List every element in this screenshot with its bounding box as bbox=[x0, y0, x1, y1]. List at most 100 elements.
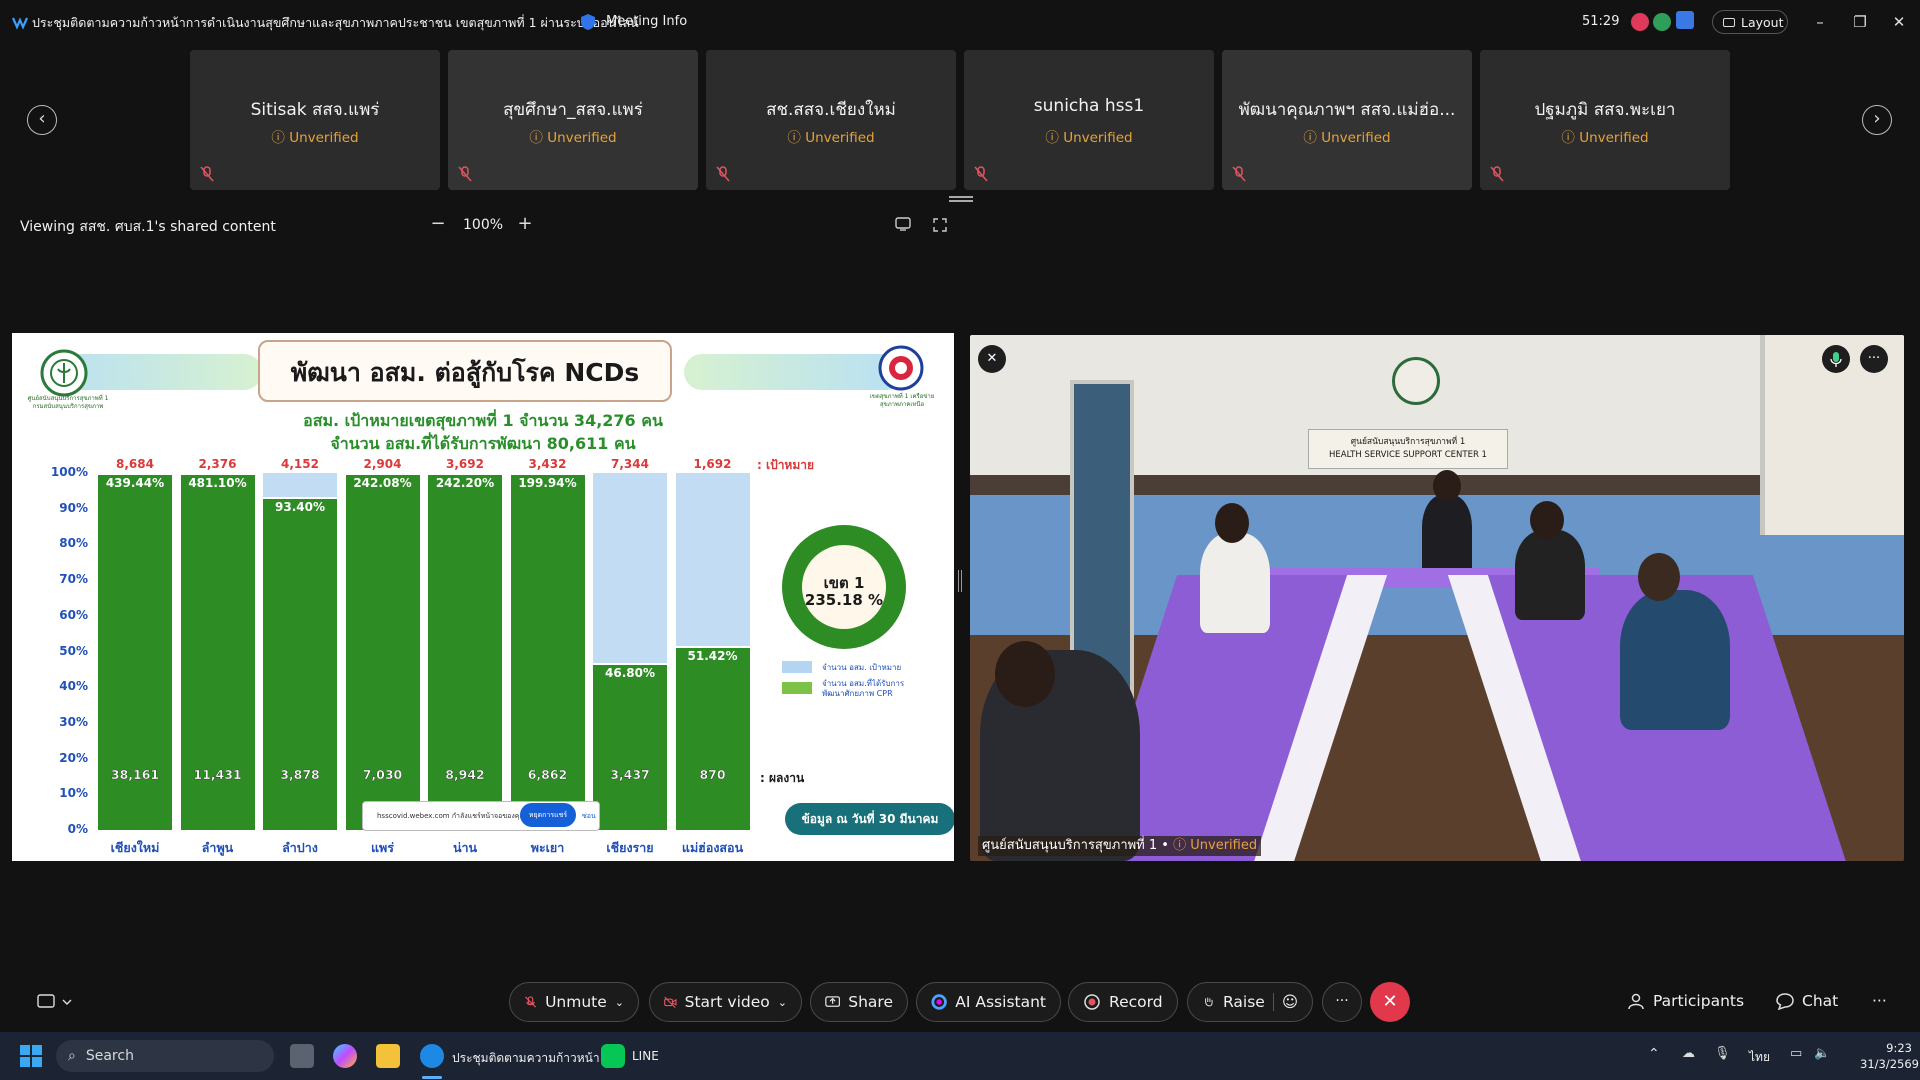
legend-result-label: จำนวน อสม.ที่ได้รับการพัฒนาศักยภาพ CPR bbox=[822, 679, 905, 698]
close-icon[interactable]: ✕ bbox=[1889, 12, 1909, 32]
chevron-down-icon[interactable]: ⌄ bbox=[778, 996, 787, 1009]
bar-target-label: 2,376 bbox=[198, 457, 237, 471]
participant-tile[interactable]: พัฒนาคุณภาพฯ สสจ.แม่ฮ่อ... ⓘ Unverified bbox=[1222, 50, 1472, 190]
taskbar-app-webex[interactable]: ประชุมติดตามความก้าวหน้า bbox=[452, 1049, 600, 1068]
recording-indicator-icon[interactable] bbox=[1631, 13, 1649, 31]
person-white-shirt bbox=[1200, 533, 1270, 633]
org-name-right: เขตสุขภาพที่ 1 เครือข่ายสุขภาพภาคเหนือ bbox=[869, 393, 935, 408]
more-options-button[interactable]: ··· bbox=[1322, 982, 1362, 1022]
webex-logo-icon bbox=[12, 17, 28, 30]
file-explorer-icon[interactable] bbox=[376, 1044, 400, 1068]
windows-start-icon[interactable] bbox=[20, 1045, 42, 1067]
mic-active-icon[interactable] bbox=[1822, 345, 1850, 373]
network-icon[interactable]: ☁ bbox=[1682, 1046, 1695, 1061]
layout-button[interactable]: Layout bbox=[1712, 10, 1788, 34]
person-blue-shirt bbox=[1620, 590, 1730, 730]
raise-hand-button[interactable]: Raise ☺ bbox=[1187, 982, 1313, 1022]
task-view-icon[interactable] bbox=[290, 1044, 314, 1068]
chevron-down-icon[interactable]: ⌄ bbox=[615, 996, 624, 1009]
y-tick-label: 80% bbox=[59, 536, 88, 551]
participant-name: Sitisak สสจ.แพร่ bbox=[250, 100, 380, 120]
legend-swatch-result bbox=[782, 682, 812, 694]
bar-percent-label: 439.44% bbox=[105, 476, 165, 490]
zoom-in-button[interactable]: + bbox=[515, 214, 535, 234]
participant-name: sunicha hss1 bbox=[1033, 96, 1145, 116]
volume-icon[interactable]: 🔈 bbox=[1814, 1046, 1830, 1061]
video-participant-status: ⓘ Unverified bbox=[1173, 838, 1258, 853]
webex-app-icon[interactable] bbox=[420, 1044, 444, 1068]
participant-tile[interactable]: ปฐมภูมิ สสจ.พะเยา ⓘ Unverified bbox=[1480, 50, 1730, 190]
person-back bbox=[1422, 495, 1472, 575]
share-button[interactable]: Share bbox=[810, 982, 908, 1022]
bar-category-label: พะเยา bbox=[530, 840, 565, 855]
captions-icon[interactable] bbox=[37, 993, 77, 1011]
participant-status: ⓘ Unverified bbox=[271, 130, 359, 146]
bar-target-label: 7,344 bbox=[611, 457, 649, 471]
chat-button[interactable]: Chat bbox=[1776, 992, 1838, 1010]
next-participants-button[interactable]: › bbox=[1862, 105, 1892, 135]
shield-icon[interactable] bbox=[580, 13, 596, 31]
apps-icon[interactable] bbox=[1676, 11, 1694, 29]
copilot-icon[interactable] bbox=[333, 1044, 357, 1068]
layout-label: Layout bbox=[1741, 14, 1784, 30]
bar-percent-label: 199.94% bbox=[518, 476, 577, 490]
participants-label: Participants bbox=[1653, 992, 1745, 1010]
restore-icon[interactable]: ❐ bbox=[1850, 12, 1870, 32]
meeting-info-button[interactable]: Meeting Info bbox=[606, 14, 687, 29]
bar-target-label: 1,692 bbox=[693, 457, 732, 471]
prev-participants-button[interactable]: ‹ bbox=[27, 105, 57, 135]
bar-result-label: 870 bbox=[699, 767, 726, 782]
display-icon[interactable]: ▭ bbox=[1790, 1046, 1802, 1061]
start-video-button[interactable]: Start video ⌄ bbox=[649, 982, 802, 1022]
participant-name: พัฒนาคุณภาพฯ สสจ.แม่ฮ่อ... bbox=[1238, 100, 1456, 120]
panel-splitter[interactable] bbox=[958, 570, 962, 592]
leave-meeting-button[interactable]: ✕ bbox=[1370, 982, 1410, 1022]
minimize-icon[interactable]: – bbox=[1810, 12, 1830, 32]
participant-tile[interactable]: สุขศึกษา_สสจ.แพร่ ⓘ Unverified bbox=[448, 50, 698, 190]
chat-label: Chat bbox=[1802, 992, 1839, 1010]
reactions-icon[interactable]: ☺ bbox=[1272, 993, 1298, 1011]
taskbar-app-line[interactable]: LINE bbox=[632, 1049, 659, 1063]
overflow-menu-icon[interactable]: ··· bbox=[1872, 992, 1887, 1010]
taskbar-clock[interactable]: 9:23 31/3/2569 bbox=[1860, 1040, 1919, 1072]
pop-out-icon[interactable] bbox=[895, 217, 911, 231]
video-feed[interactable]: ศูนย์สนับสนุนบริการสุขภาพที่ 1 HEALTH SE… bbox=[970, 335, 1904, 861]
hide-share-notice-link[interactable]: ซ่อน bbox=[582, 811, 596, 822]
legend-target-label: จำนวน อสม. เป้าหมาย bbox=[822, 663, 902, 672]
input-language[interactable]: ไทย bbox=[1749, 1048, 1770, 1067]
stop-share-button[interactable]: หยุดการแชร์ bbox=[520, 803, 576, 827]
participant-tile[interactable]: sunicha hss1 ⓘ Unverified bbox=[964, 50, 1214, 190]
y-tick-label: 0% bbox=[67, 822, 88, 836]
bar-percent-label: 46.80% bbox=[605, 665, 655, 680]
ai-assistant-button[interactable]: AI Assistant bbox=[916, 982, 1061, 1022]
sign-english: HEALTH SERVICE SUPPORT CENTER 1 bbox=[1329, 450, 1487, 460]
participant-tile[interactable]: Sitisak สสจ.แพร่ ⓘ Unverified bbox=[190, 50, 440, 190]
bar-target-label: 8,684 bbox=[116, 457, 154, 471]
ai-assistant-icon bbox=[931, 994, 947, 1010]
zoom-level: 100% bbox=[463, 217, 504, 233]
unpin-icon[interactable]: ✕ bbox=[978, 345, 1006, 373]
line-app-icon[interactable] bbox=[601, 1044, 625, 1068]
mic-tray-icon[interactable]: 🎙 bbox=[1714, 1046, 1731, 1061]
bar-percent-label: 51.42% bbox=[687, 649, 738, 664]
record-button[interactable]: Record bbox=[1068, 982, 1178, 1022]
video-more-options-button[interactable]: ··· bbox=[1860, 345, 1888, 373]
chevron-up-icon[interactable]: ⌃ bbox=[1648, 1046, 1660, 1062]
participant-tile[interactable]: สช.สสจ.เชียงใหม่ ⓘ Unverified bbox=[706, 50, 956, 190]
fullscreen-icon[interactable] bbox=[933, 218, 947, 232]
hand-icon bbox=[1205, 997, 1213, 1007]
shared-content-label: Viewing สสช. ศบส.1's shared content bbox=[20, 219, 276, 235]
participant-name: สุขศึกษา_สสจ.แพร่ bbox=[503, 100, 643, 120]
zoom-out-button[interactable]: − bbox=[428, 214, 448, 234]
y-tick-label: 40% bbox=[59, 679, 88, 694]
search-icon: ⌕ bbox=[68, 1048, 76, 1064]
taskbar-search[interactable]: ⌕ Search bbox=[56, 1040, 274, 1072]
audio-indicator-icon[interactable] bbox=[1653, 13, 1671, 31]
slide-title: พัฒนา อสม. ต่อสู้กับโรค NCDs bbox=[290, 358, 640, 387]
unmute-button[interactable]: Unmute ⌄ bbox=[509, 982, 639, 1022]
resize-handle[interactable] bbox=[949, 196, 973, 202]
person-head bbox=[1530, 501, 1564, 539]
participants-button[interactable]: Participants bbox=[1627, 992, 1744, 1010]
y-tick-label: 10% bbox=[59, 786, 88, 801]
result-label: : ผลงาน bbox=[760, 771, 805, 785]
